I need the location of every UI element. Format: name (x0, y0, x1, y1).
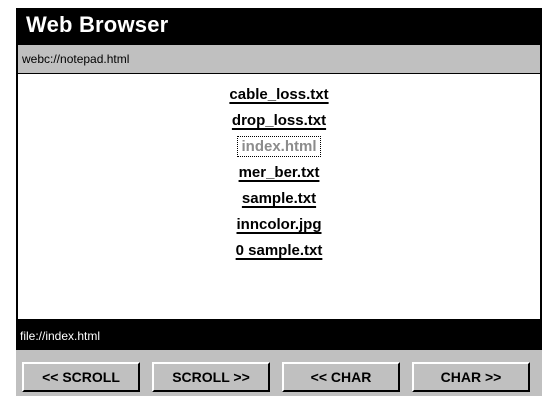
list-item: index.html (18, 134, 540, 160)
file-link-drop-loss[interactable]: drop_loss.txt (230, 112, 328, 129)
list-item: mer_ber.txt (18, 160, 540, 186)
list-item: drop_loss.txt (18, 108, 540, 134)
file-list: cable_loss.txt drop_loss.txt index.html … (18, 82, 540, 264)
page-content: cable_loss.txt drop_loss.txt index.html … (18, 74, 540, 319)
scroll-left-button[interactable]: << SCROLL (22, 362, 140, 392)
file-link-index-selected[interactable]: index.html (237, 136, 321, 157)
browser-window: Web Browser webc://notepad.html cable_lo… (16, 8, 542, 396)
list-item: inncolor.jpg (18, 212, 540, 238)
scroll-right-button[interactable]: SCROLL >> (152, 362, 270, 392)
window-title: Web Browser (26, 12, 169, 37)
list-item: cable_loss.txt (18, 82, 540, 108)
address-bar[interactable]: webc://notepad.html (18, 45, 540, 73)
title-bar: Web Browser (16, 8, 542, 44)
list-item: sample.txt (18, 186, 540, 212)
file-link-inncolor[interactable]: inncolor.jpg (235, 216, 324, 233)
file-link-mer-ber[interactable]: mer_ber.txt (237, 164, 322, 181)
file-link-0-sample[interactable]: 0 sample.txt (234, 242, 325, 259)
file-link-cable-loss[interactable]: cable_loss.txt (227, 86, 330, 103)
char-right-button[interactable]: CHAR >> (412, 362, 530, 392)
button-bar: << SCROLL SCROLL >> << CHAR CHAR >> (16, 350, 542, 396)
status-text: file://index.html (20, 329, 101, 343)
address-url: webc://notepad.html (22, 52, 130, 66)
list-item: 0 sample.txt (18, 238, 540, 264)
file-link-sample[interactable]: sample.txt (240, 190, 318, 207)
char-left-button[interactable]: << CHAR (282, 362, 400, 392)
status-bar: file://index.html (16, 321, 542, 349)
